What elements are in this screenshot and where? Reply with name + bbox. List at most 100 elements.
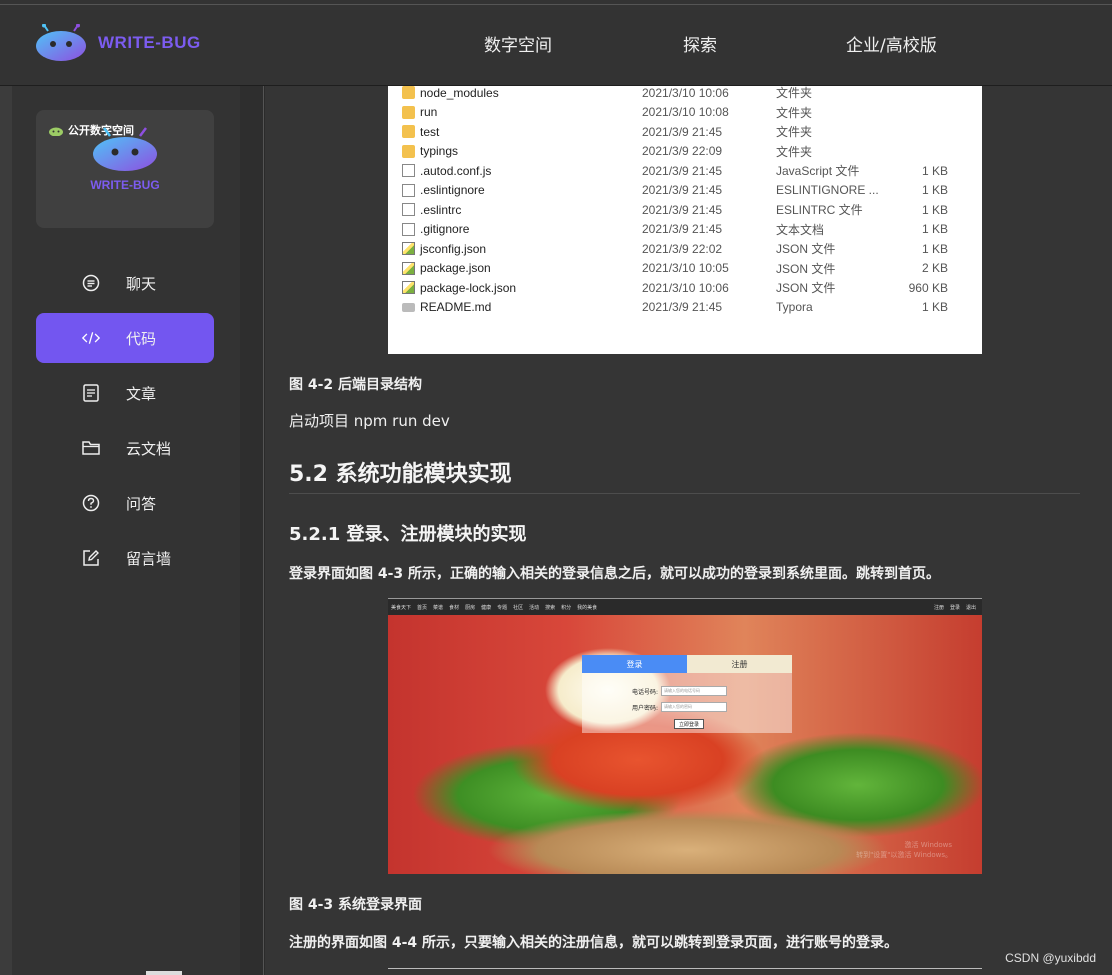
file-date: 2021/3/9 22:09	[642, 144, 723, 159]
shot-nav-item-right: 登录	[949, 604, 960, 611]
content-gutter	[240, 86, 264, 975]
screenshot-topnav: 美食天下 首页 菜谱 食材 厨房 健康 专题 社区 活动 搜索 积分 我的美食 注册 登录 退出	[388, 598, 982, 615]
sidebar-item-qa[interactable]: 问答	[36, 478, 214, 528]
file-date: 2021/3/9 21:45	[642, 124, 723, 139]
sidebar-item-code[interactable]: 代码	[36, 313, 214, 363]
file-name: README.md	[420, 300, 492, 315]
file-row: README.md 2021/3/9 21:45 Typora 1 KB	[402, 298, 962, 318]
folder-icon	[402, 86, 415, 100]
file-name: package.json	[420, 261, 491, 276]
phone-input: 请输入您的电话号码	[661, 686, 728, 696]
chat-icon	[82, 274, 100, 292]
figure-caption: 图 4-3 系统登录界面	[289, 897, 423, 913]
file-row: test 2021/3/9 21:45 文件夹	[402, 122, 962, 142]
file-name: jsconfig.json	[420, 241, 487, 256]
nav-label: 企业/高校版	[846, 35, 937, 56]
file-type: ESLINTRC 文件	[776, 203, 863, 218]
sidebar-item-label: 云文档	[126, 439, 172, 458]
sidebar-item-label: 留言墙	[126, 549, 172, 568]
folder-icon	[82, 439, 100, 457]
nav-enterprise[interactable]: 企业/高校版	[846, 0, 937, 86]
file-icon	[402, 183, 415, 197]
file-icon	[402, 281, 415, 295]
sidebar-item-chat[interactable]: 聊天	[36, 258, 214, 308]
next-figure-edge	[388, 968, 982, 969]
csdn-watermark: CSDN @yuxibdd	[1005, 951, 1096, 965]
file-date: 2021/3/10 10:05	[642, 261, 729, 276]
file-date: 2021/3/9 21:45	[642, 202, 723, 217]
file-type: Typora	[776, 300, 813, 315]
shot-nav-item-right: 退出	[965, 604, 976, 611]
file-icon	[402, 222, 415, 236]
bug-mascot-icon	[34, 23, 88, 62]
file-icon	[402, 302, 415, 312]
top-bar: WRITE-BUG 数字空间 探索 企业/高校版	[0, 0, 1112, 86]
file-name: node_modules	[420, 86, 499, 100]
sidebar-item-label: 代码	[126, 329, 157, 348]
phone-row: 电话号码: 请输入您的电话号码	[632, 686, 728, 696]
sidebar-item-message-wall[interactable]: 留言墙	[36, 533, 214, 583]
file-name: run	[420, 105, 438, 120]
password-label: 用户密码:	[632, 704, 659, 712]
file-type: JSON 文件	[776, 242, 836, 257]
file-size: 1 KB	[921, 183, 948, 198]
file-date: 2021/3/9 21:45	[642, 300, 723, 315]
file-date: 2021/3/9 21:45	[642, 183, 723, 198]
file-type: ESLINTIGNORE ...	[776, 183, 879, 198]
windows-activation-watermark: 激活 Windows 转到"设置"以激活 Windows。	[856, 840, 952, 860]
nav-digital-space[interactable]: 数字空间	[484, 0, 552, 86]
nav-label: 数字空间	[484, 35, 552, 56]
figure-caption: 图 4-2 后端目录结构	[289, 377, 423, 393]
paragraph: 注册的界面如图 4-4 所示，只要输入相关的注册信息，就可以跳转到登录页面，进行…	[289, 935, 899, 951]
sidebar-item-cloud-doc[interactable]: 云文档	[36, 423, 214, 473]
file-type: 文件夹	[776, 125, 813, 140]
space-card[interactable]: 公开数字空间 WRITE-BUG	[36, 110, 214, 228]
watermark-line: 激活 Windows	[904, 841, 952, 849]
file-icon	[402, 203, 415, 217]
login-form: 登录 注册 电话号码: 请输入您的电话号码 用户密码: 请输入您的密码 立即登录	[582, 655, 792, 733]
login-page-screenshot: 美食天下 首页 菜谱 食材 厨房 健康 专题 社区 活动 搜索 积分 我的美食 注册 登录 退出 登录 注册…	[388, 598, 982, 874]
file-size: 1 KB	[921, 300, 948, 315]
article-content[interactable]: node_modules 2021/3/10 10:06 文件夹 run 2021/3/…	[265, 86, 1112, 975]
shot-nav-item: 搜索	[545, 604, 556, 611]
file-date: 2021/3/10 10:06	[642, 280, 729, 295]
file-type: JSON 文件	[776, 261, 836, 276]
file-date: 2021/3/9 21:45	[642, 222, 723, 237]
sidebar-item-article[interactable]: 文章	[36, 368, 214, 418]
phone-label: 电话号码:	[632, 688, 659, 696]
folder-icon	[402, 105, 415, 119]
tab-login: 登录	[582, 655, 687, 673]
nav-explore[interactable]: 探索	[683, 0, 717, 86]
subsection-heading: 5.2.1 登录、注册模块的实现	[289, 524, 527, 545]
folder-icon	[402, 125, 415, 139]
file-row: .autod.conf.js 2021/3/9 21:45 JavaScript 文…	[402, 161, 962, 181]
heading-rule	[289, 493, 1080, 494]
edit-icon	[82, 549, 100, 567]
sidebar: 公开数字空间 WRITE-BUG 聊天 代码 文章 云文档 问答 留言墙	[0, 86, 240, 975]
section-heading: 5.2 系统功能模块实现	[289, 462, 512, 487]
shot-nav-item: 我的美食	[577, 604, 598, 611]
folder-icon	[402, 144, 415, 158]
file-name: .autod.conf.js	[420, 163, 492, 178]
file-row: node_modules 2021/3/10 10:06 文件夹	[402, 86, 962, 103]
file-name: .gitignore	[420, 222, 470, 237]
file-name: test	[420, 124, 440, 139]
file-size: 960 KB	[908, 280, 948, 295]
file-icon	[402, 261, 415, 275]
login-submit-button: 立即登录	[674, 719, 705, 729]
file-date: 2021/3/10 10:08	[642, 105, 729, 120]
horizontal-scrollbar[interactable]	[146, 971, 182, 975]
file-name: .eslintignore	[420, 183, 485, 198]
food-photo: 登录 注册 电话号码: 请输入您的电话号码 用户密码: 请输入您的密码 立即登录…	[388, 615, 982, 874]
brand-logo[interactable]: WRITE-BUG	[34, 23, 201, 62]
file-row: .eslintrc 2021/3/9 21:45 ESLINTRC 文件 1 KB	[402, 200, 962, 220]
tab-register: 注册	[687, 655, 792, 673]
sidebar-item-label: 文章	[126, 384, 157, 403]
file-size: 1 KB	[921, 241, 948, 256]
file-row: run 2021/3/10 10:08 文件夹	[402, 103, 962, 123]
file-type: 文件夹	[776, 105, 813, 120]
file-name: package-lock.json	[420, 280, 517, 295]
file-type: 文件夹	[776, 144, 813, 159]
sidebar-item-label: 问答	[126, 494, 157, 513]
file-row: .eslintignore 2021/3/9 21:45 ESLINTIGNORE …	[402, 181, 962, 201]
